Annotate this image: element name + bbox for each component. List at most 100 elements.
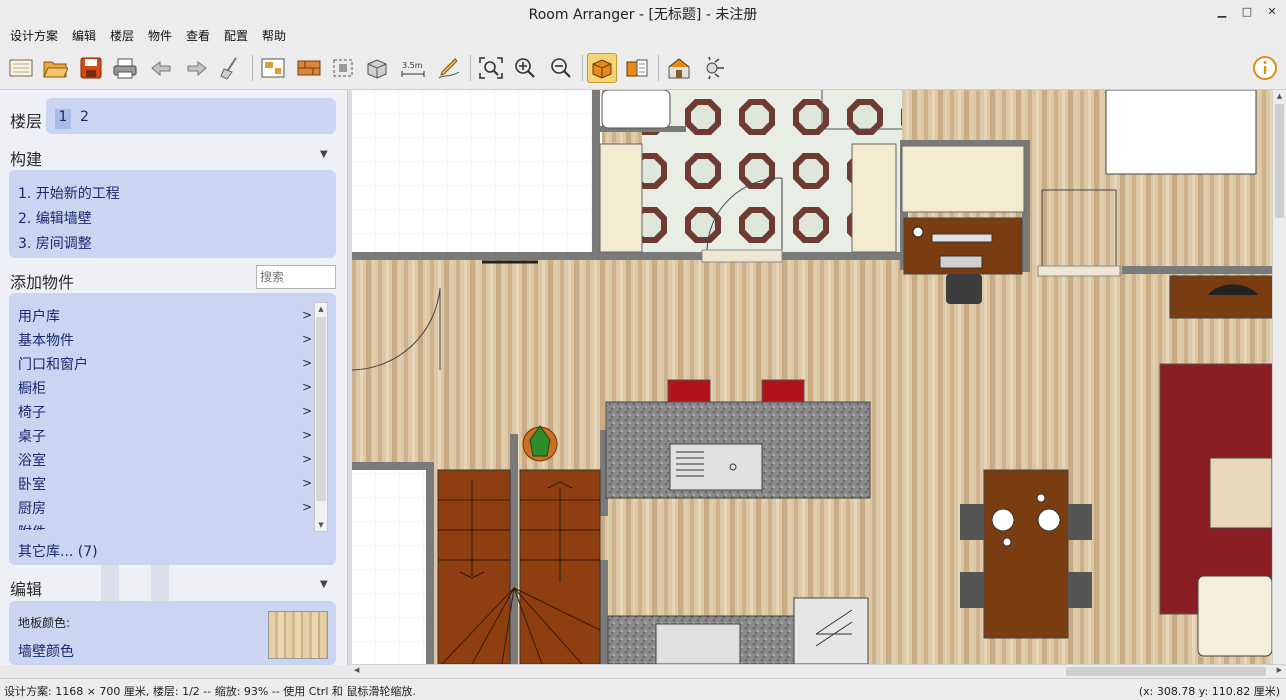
info-icon[interactable] (1250, 53, 1280, 83)
sink (669, 443, 763, 491)
category-tables[interactable]: 桌子 (18, 426, 46, 446)
category-bathroom[interactable]: 浴室 (18, 450, 46, 470)
collapse-edit-icon[interactable]: ▼ (320, 579, 328, 590)
floor-color-label: 地板颜色: (18, 616, 71, 630)
bar-stool (667, 379, 711, 403)
floors-label: 楼层 (10, 112, 43, 131)
window-title: Room Arranger - [无标题] - 未注册 (528, 7, 758, 23)
new-plan-icon[interactable] (6, 53, 36, 83)
build-section-title: 构建 (10, 150, 43, 169)
menu-view[interactable]: 查看 (186, 27, 210, 44)
horizontal-scrollbar[interactable]: ◀ ▶ (352, 664, 1286, 678)
side-panel: 楼层 1 2 构建 ▼ 1. 开始新的工程 2. 编辑墙壁 3. 房间调整 添加… (0, 90, 347, 665)
status-plan-info: 设计方案: 1168 × 700 厘米, 楼层: 1/2 -- 缩放: 93% … (4, 685, 416, 698)
chevron-right-icon: > (302, 308, 313, 322)
print-icon[interactable] (110, 53, 140, 83)
3d-view-icon[interactable] (622, 53, 652, 83)
staircase-left (437, 469, 511, 664)
category-chairs[interactable]: 椅子 (18, 402, 46, 422)
undo-icon[interactable] (146, 53, 176, 83)
sofa (1197, 575, 1272, 657)
category-user-library[interactable]: 用户库 (18, 306, 60, 326)
3d-object-icon[interactable] (362, 53, 392, 83)
floor-1-tab[interactable]: 1 (55, 109, 71, 129)
pencil-icon[interactable] (434, 53, 464, 83)
category-scroll-thumb[interactable] (316, 317, 326, 501)
chevron-right-icon: > (302, 404, 313, 418)
build-step-adjust-room[interactable]: 3. 房间调整 (18, 233, 92, 253)
menu-bar: 设计方案 编辑 楼层 物件 查看 配置 帮助 (0, 26, 1286, 46)
measure-label: 3.5m (402, 61, 423, 70)
category-kitchen[interactable]: 厨房 (18, 498, 46, 518)
bathtub (601, 90, 671, 129)
bath-cabinet (599, 143, 643, 253)
2d-view-icon[interactable] (587, 53, 617, 83)
scroll-up-icon[interactable]: ▲ (315, 303, 327, 315)
add-objects-title: 添加物件 (10, 273, 75, 292)
measure-icon[interactable]: 3.5m (398, 53, 428, 83)
armchair (1209, 457, 1272, 529)
category-bedroom[interactable]: 卧室 (18, 474, 46, 494)
bar-stool (761, 379, 805, 403)
category-scrollbar[interactable]: ▲ ▼ (314, 302, 328, 532)
bed (1105, 90, 1257, 175)
render-icon[interactable] (700, 53, 730, 83)
status-coordinates: (x: 308.78 y: 110.82 厘米) (1138, 685, 1280, 698)
category-doors-windows[interactable]: 门口和窗户 (18, 354, 88, 374)
title-bar: Room Arranger - [无标题] - 未注册 ▁ □ ✕ (0, 0, 1286, 26)
floor-plan-icon[interactable] (258, 53, 288, 83)
zoom-in-icon[interactable] (510, 53, 540, 83)
chevron-right-icon: > (302, 356, 313, 370)
wall-icon[interactable] (294, 53, 324, 83)
scroll-up-icon[interactable]: ▲ (1274, 92, 1285, 102)
zoom-fit-icon[interactable] (476, 53, 506, 83)
clean-icon[interactable] (216, 53, 246, 83)
close-button[interactable]: ✕ (1264, 4, 1280, 20)
dining-table (983, 469, 1069, 639)
open-icon[interactable] (40, 53, 70, 83)
menu-help[interactable]: 帮助 (262, 27, 286, 44)
vertical-scroll-thumb[interactable] (1275, 104, 1284, 218)
save-icon[interactable] (76, 53, 106, 83)
category-cabinets[interactable]: 橱柜 (18, 378, 46, 398)
scroll-down-icon[interactable]: ▼ (315, 519, 327, 531)
more-libraries-link[interactable]: 其它库... (7) (18, 541, 98, 561)
toolbar-separator (658, 55, 659, 81)
chevron-right-icon: > (302, 452, 313, 466)
floor-2-tab[interactable]: 2 (80, 109, 89, 125)
chevron-right-icon: > (302, 500, 313, 514)
select-icon[interactable] (328, 53, 358, 83)
floor-plan-canvas[interactable] (352, 90, 1272, 664)
edit-section-title: 编辑 (10, 580, 43, 599)
scroll-right-icon[interactable]: ▶ (1277, 666, 1282, 674)
wall-color-link[interactable]: 墙壁颜色 (18, 641, 74, 661)
minimize-button[interactable]: ▁ (1214, 4, 1230, 20)
build-step-edit-walls[interactable]: 2. 编辑墙壁 (18, 208, 92, 228)
zoom-out-icon[interactable] (546, 53, 576, 83)
scroll-left-icon[interactable]: ◀ (354, 666, 359, 674)
maximize-button[interactable]: □ (1239, 4, 1255, 20)
toolbar-separator (252, 55, 253, 81)
menu-objects[interactable]: 物件 (148, 27, 172, 44)
appliance (793, 597, 869, 664)
vertical-scrollbar[interactable]: ▲ (1272, 90, 1286, 664)
menu-floor[interactable]: 楼层 (110, 27, 134, 44)
chevron-right-icon: > (302, 380, 313, 394)
house-3d-icon[interactable] (664, 53, 694, 83)
menu-config[interactable]: 配置 (224, 27, 248, 44)
toolbar-separator (582, 55, 583, 81)
category-accessories[interactable]: 附件 (18, 522, 46, 530)
toolbar: 3.5m (0, 46, 1286, 90)
category-list: 用户库 > 基本物件 > 门口和窗户 > 橱柜 > 椅子 > 桌子 > 浴室 >… (9, 300, 314, 530)
redo-icon[interactable] (182, 53, 212, 83)
office-cabinet (901, 145, 1025, 213)
horizontal-scroll-thumb[interactable] (1066, 667, 1266, 676)
category-basic[interactable]: 基本物件 (18, 330, 74, 350)
build-step-new-project[interactable]: 1. 开始新的工程 (18, 183, 120, 203)
search-input[interactable] (256, 265, 336, 289)
floor-color-swatch[interactable] (268, 611, 328, 659)
collapse-build-icon[interactable]: ▼ (320, 149, 328, 160)
menu-edit[interactable]: 编辑 (72, 27, 96, 44)
chevron-right-icon: > (302, 428, 313, 442)
menu-plan[interactable]: 设计方案 (10, 27, 58, 44)
